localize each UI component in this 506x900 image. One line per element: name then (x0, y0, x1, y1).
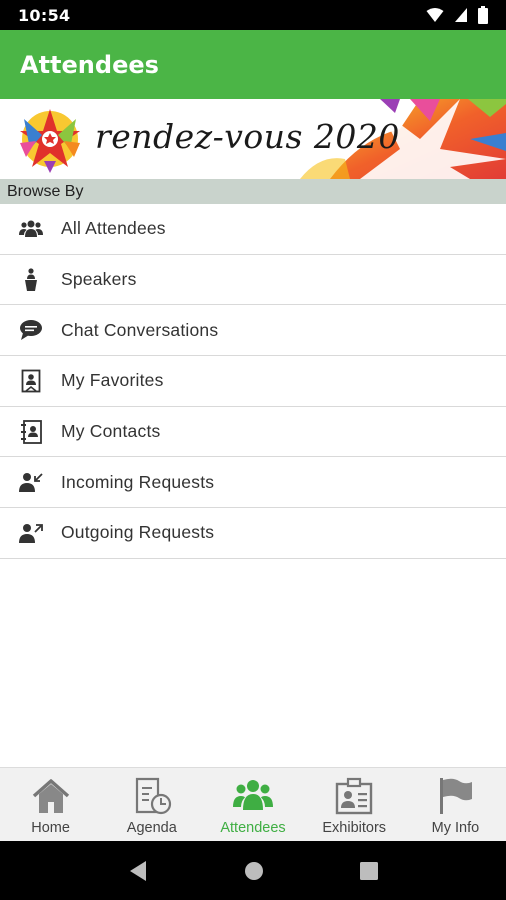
system-navigation-bar (0, 841, 506, 900)
nav-attendees[interactable]: Attendees (202, 768, 303, 841)
list-item-all-attendees[interactable]: All Attendees (0, 204, 506, 255)
attendees-icon (233, 776, 273, 816)
list-item-my-contacts[interactable]: My Contacts (0, 407, 506, 458)
list-item-label: Outgoing Requests (61, 522, 215, 543)
list-item-speakers[interactable]: Speakers (0, 255, 506, 306)
nav-label: Home (31, 820, 70, 836)
battery-icon (478, 6, 488, 24)
nav-agenda[interactable]: Agenda (101, 768, 202, 841)
recents-icon[interactable] (360, 861, 378, 880)
favorite-bookmark-icon (19, 369, 43, 393)
list-item-label: Chat Conversations (61, 319, 219, 340)
signal-icon (455, 8, 467, 22)
list-item-chat-conversations[interactable]: Chat Conversations (0, 305, 506, 357)
list-item-label: All Attendees (61, 218, 166, 239)
bottom-navigation: Home Agenda Attendees Exhibitors My Info (0, 767, 506, 841)
list-item-label: My Contacts (61, 421, 161, 442)
app-bar: Attendees (0, 30, 506, 99)
outgoing-request-icon (19, 521, 43, 545)
chat-bubble-icon (19, 318, 43, 342)
nav-label: Attendees (220, 820, 286, 836)
nav-home[interactable]: Home (0, 768, 101, 841)
banner-title: rendez-vous 2020 (95, 117, 400, 156)
nav-label: My Info (431, 820, 480, 836)
people-icon (19, 217, 43, 241)
list-item-my-favorites[interactable]: My Favorites (0, 356, 506, 407)
nav-exhibitors[interactable]: Exhibitors (304, 768, 405, 841)
event-banner: rendez-vous 2020 (0, 99, 506, 179)
nav-label: Exhibitors (322, 820, 387, 836)
flag-icon (435, 776, 475, 816)
incoming-request-icon (19, 470, 43, 494)
list-item-outgoing-requests[interactable]: Outgoing Requests (0, 508, 506, 559)
nav-label: Agenda (126, 820, 177, 836)
list-item-label: My Favorites (61, 370, 164, 391)
status-icons (426, 6, 488, 24)
page-title: Attendees (20, 50, 159, 79)
status-time: 10:54 (18, 5, 71, 25)
list-item-label: Speakers (61, 269, 137, 290)
contacts-book-icon (19, 419, 43, 444)
speaker-podium-icon (19, 267, 43, 292)
section-header: Browse By (0, 179, 506, 204)
status-bar: 10:54 (0, 0, 506, 30)
list-item-incoming-requests[interactable]: Incoming Requests (0, 457, 506, 509)
back-icon[interactable] (128, 860, 148, 882)
nav-my-info[interactable]: My Info (405, 768, 506, 841)
home-button-icon[interactable] (244, 861, 264, 881)
list-item-label: Incoming Requests (61, 471, 215, 492)
browse-list: All Attendees Speakers Chat Conversation… (0, 204, 506, 559)
agenda-icon (132, 776, 172, 816)
exhibitors-icon (334, 776, 374, 816)
home-icon (31, 776, 71, 816)
wifi-icon (426, 8, 444, 22)
